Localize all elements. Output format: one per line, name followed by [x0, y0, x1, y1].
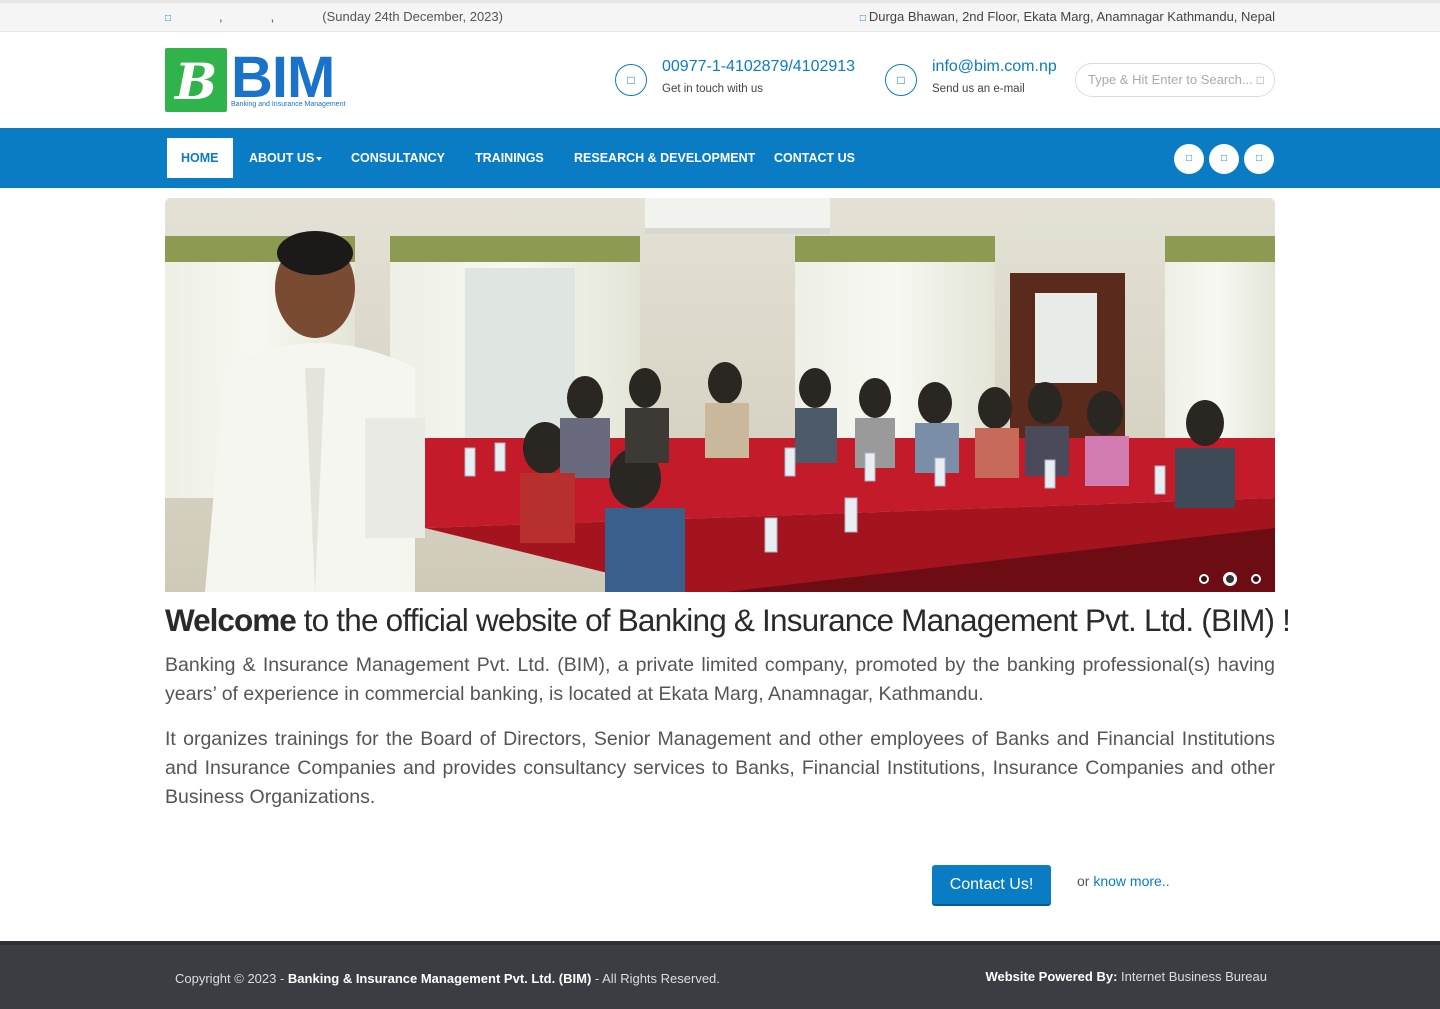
nav-trainings[interactable]: TRAININGS [461, 138, 558, 178]
site-footer: Copyright © 2023 - Banking & Insurance M… [0, 941, 1440, 1009]
envelope-icon: □ [885, 64, 917, 96]
date-separator: , [219, 9, 223, 24]
site-logo[interactable]: B BIM Banking and Insurance Management [165, 45, 365, 112]
twitter-icon[interactable]: □ [1209, 144, 1239, 174]
nav-contact-us[interactable]: CONTACT US [760, 138, 869, 178]
or-text: or [1077, 873, 1094, 889]
calendar-icon: □ [165, 13, 172, 24]
phone-number[interactable]: 00977-1-4102879/4102913 [662, 58, 855, 76]
search-input[interactable] [1088, 72, 1256, 87]
company-name: Banking & Insurance Management Pvt. Ltd.… [287, 971, 592, 986]
address-text: Durga Bhawan, 2nd Floor, Ekata Marg, Ana… [868, 9, 1275, 24]
copyright-text: Copyright © 2023 - Banking & Insurance M… [175, 971, 720, 986]
slider-pagination [1185, 570, 1261, 586]
phone-icon: □ [615, 64, 647, 96]
date-separator: , [270, 9, 275, 24]
services-paragraph: It organizes trainings for the Board of … [165, 728, 1275, 808]
logo-tagline: Banking and Insurance Management [231, 101, 346, 108]
nav-consultancy[interactable]: CONSULTANCY [337, 138, 459, 178]
top-info-bar: □,, (Sunday 24th December, 2023) □ Durga B… [0, 0, 1440, 32]
slider-dot[interactable] [1251, 573, 1261, 584]
nav-research-development[interactable]: RESEARCH & DEVELOPMENT [560, 138, 769, 178]
nav-home[interactable]: HOME [167, 138, 233, 178]
facebook-icon[interactable]: □ [1174, 144, 1204, 174]
search-icon[interactable]: □ [1257, 73, 1264, 87]
linkedin-icon[interactable]: □ [1244, 144, 1274, 174]
intro-paragraph: Banking & Insurance Management Pvt. Ltd.… [165, 654, 1275, 705]
welcome-bold: Welcome [165, 602, 297, 638]
powered-by-label: Website Powered By: [985, 969, 1118, 984]
email-contact: □ info@bim.com.np Send us an e-mail [885, 58, 1070, 102]
chevron-down-icon [316, 156, 323, 161]
map-marker-icon: □ [859, 13, 866, 24]
date-text: (Sunday 24th December, 2023) [322, 9, 503, 24]
welcome-heading: Welcome to the official website of Banki… [165, 602, 1291, 639]
nav-about-us[interactable]: ABOUT US [235, 138, 336, 178]
welcome-rest: to the official website of Banking & Ins… [295, 602, 1291, 638]
phone-contact: □ 00977-1-4102879/4102913 Get in touch w… [615, 58, 875, 102]
email-address[interactable]: info@bim.com.np [932, 58, 1057, 76]
phone-caption: Get in touch with us [662, 83, 763, 95]
address-display: □ Durga Bhawan, 2nd Floor, Ekata Marg, An… [860, 9, 1275, 24]
date-display: □,, (Sunday 24th December, 2023) [165, 9, 503, 24]
know-more-link[interactable]: know more.. [1093, 873, 1169, 889]
know-more-block: or know more.. [1077, 873, 1170, 889]
hero-slider[interactable] [165, 198, 1275, 592]
contact-us-button[interactable]: Contact Us! [932, 865, 1051, 904]
main-navigation: HOME ABOUT US CONSULTANCY TRAININGS RESE… [0, 128, 1440, 188]
email-caption: Send us an e-mail [932, 83, 1025, 95]
slider-dot[interactable] [1199, 573, 1209, 584]
logo-mark: B [165, 48, 227, 112]
powered-by-link[interactable]: Internet Business Bureau [1117, 969, 1267, 984]
slide-photo [165, 198, 1275, 592]
powered-by: Website Powered By: Internet Business Bu… [985, 969, 1267, 984]
search-box: □ [1075, 63, 1275, 97]
slider-dot-active[interactable] [1223, 571, 1237, 586]
